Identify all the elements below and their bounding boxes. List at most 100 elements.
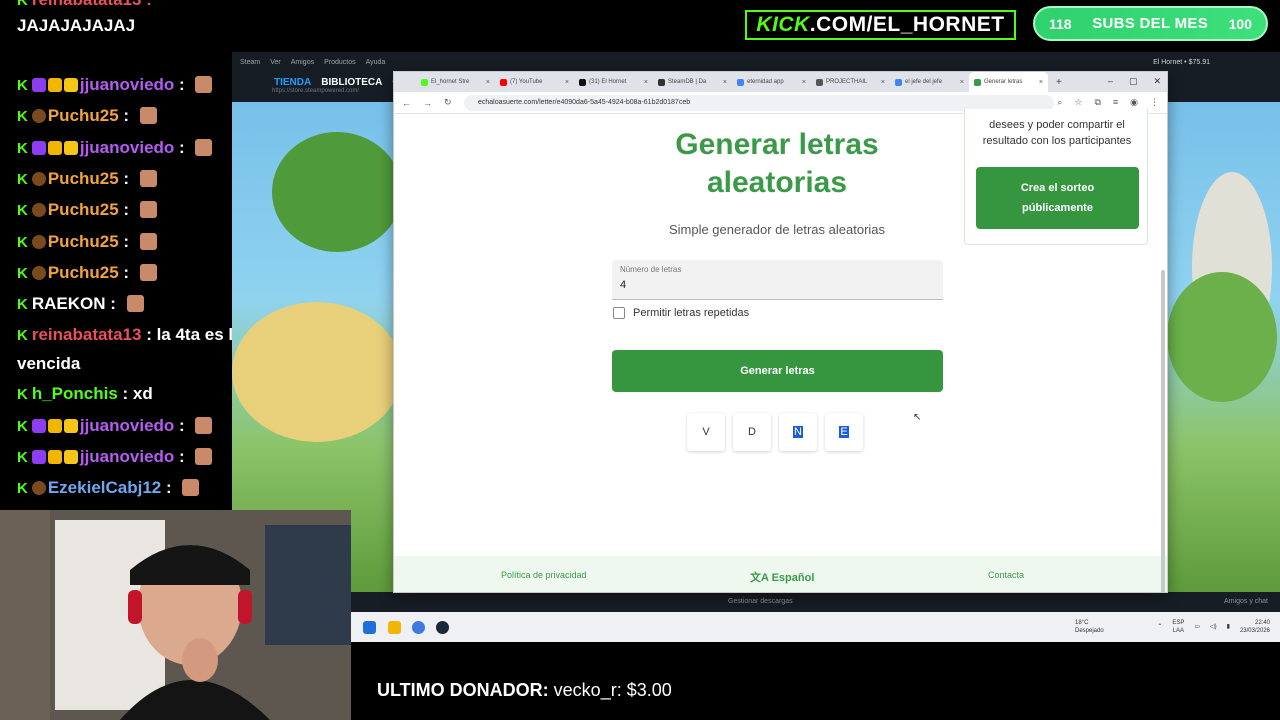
folder-icon[interactable] xyxy=(388,621,401,634)
tab-close-icon[interactable]: × xyxy=(486,79,490,86)
steam-nav-store[interactable]: TIENDA xyxy=(274,77,311,88)
tab-label: Generar letras xyxy=(984,79,1023,85)
chat-badge-icon xyxy=(63,78,78,92)
tab-close-icon[interactable]: × xyxy=(723,79,727,86)
tab-close-icon[interactable]: × xyxy=(565,79,569,86)
close-icon[interactable]: ✕ xyxy=(1153,76,1161,87)
generate-letters-button[interactable]: Generar letras xyxy=(612,350,943,392)
tab-close-icon[interactable]: × xyxy=(1039,79,1043,86)
chat-user[interactable]: RAEKON xyxy=(32,294,106,313)
chat-user[interactable]: jjuanoviedo xyxy=(80,138,174,157)
browser-tab[interactable]: (7) YouTube × xyxy=(495,72,574,92)
chat-separator: : xyxy=(118,168,134,188)
scrollbar[interactable] xyxy=(1161,270,1165,592)
chat-user[interactable]: Puchu25 xyxy=(48,263,119,282)
steam-menu-productos[interactable]: Productos xyxy=(324,59,356,66)
zoom-icon[interactable]: ⌕ xyxy=(1057,97,1062,108)
chat-separator: : xyxy=(117,384,133,404)
steam-icon[interactable] xyxy=(436,621,449,634)
chat-emote-icon xyxy=(195,76,213,93)
steam-friends[interactable]: Amigos y chat xyxy=(1224,598,1268,605)
language-indicator[interactable]: ESP LAA xyxy=(1172,619,1184,635)
browser-tab[interactable]: eternidad app × xyxy=(732,72,811,92)
back-icon[interactable]: ← xyxy=(402,98,411,108)
chat-user[interactable]: Puchu25 xyxy=(48,232,119,251)
profile-icon[interactable]: ◉ xyxy=(1130,97,1138,108)
tab-favicon-icon xyxy=(658,78,665,86)
kick-badge-icon: K xyxy=(17,233,28,251)
tab-close-icon[interactable]: × xyxy=(644,79,648,86)
mouse-cursor-icon: ↖ xyxy=(913,412,922,423)
number-of-letters-value[interactable]: 4 xyxy=(620,279,626,291)
kick-badge-icon: K xyxy=(17,386,28,404)
maximize-icon[interactable]: ▢ xyxy=(1129,76,1138,87)
tab-label: el jefe del jefe xyxy=(905,79,943,85)
chat-emote-icon xyxy=(182,479,200,497)
reload-icon[interactable]: ↻ xyxy=(444,97,452,108)
steam-menu-steam[interactable]: Steam xyxy=(240,59,260,66)
minimize-icon[interactable]: – xyxy=(1108,76,1113,87)
kick-badge-icon: K xyxy=(17,296,28,314)
browser-tab[interactable]: El_hornet Stre × xyxy=(416,72,495,92)
battery-icon[interactable]: ▮ xyxy=(1227,623,1230,631)
browser-tab[interactable]: (31) El Hornet × xyxy=(574,72,653,92)
page-footer: Política de privacidad 文A Español Contac… xyxy=(394,556,1167,592)
chat-user[interactable]: jjuanoviedo xyxy=(80,416,174,435)
menu-icon[interactable]: ⋮ xyxy=(1150,97,1159,108)
chat-user[interactable]: EzekielCabj12 xyxy=(48,478,161,497)
language-selector[interactable]: 文A Español xyxy=(750,569,814,585)
kick-badge-icon: K xyxy=(17,417,28,435)
number-of-letters-field[interactable]: Número de letras 4 xyxy=(612,260,943,300)
steam-menu-ver[interactable]: Ver xyxy=(270,59,281,66)
volume-icon[interactable]: ◁) xyxy=(1210,623,1217,631)
lang-layout: LAA xyxy=(1172,628,1185,634)
privacy-link[interactable]: Política de privacidad xyxy=(501,570,587,580)
steam-menu-ayuda[interactable]: Ayuda xyxy=(366,59,386,66)
browser-tab[interactable]: el jefe del jefe × xyxy=(890,72,969,92)
steam-downloads[interactable]: Gestionar descargas xyxy=(728,598,793,605)
create-public-draw-button[interactable]: Crea el sorteo públicamente xyxy=(976,167,1139,229)
chat-user[interactable]: jjuanoviedo xyxy=(80,75,174,94)
allow-repeat-checkbox[interactable] xyxy=(613,307,625,319)
weather-widget[interactable]: 18°C Despejado xyxy=(1075,619,1104,635)
edge-icon[interactable] xyxy=(363,621,376,634)
browser-tab[interactable]: SteamDB | Da × xyxy=(653,72,732,92)
chat-line: K EzekielCabj12 : xyxy=(17,474,232,503)
chat-emote-icon xyxy=(195,448,213,465)
chat-badge-icon xyxy=(31,140,46,155)
media-icon[interactable]: ≡ xyxy=(1113,97,1118,108)
steam-user[interactable]: El Hornet • $75.91 xyxy=(1153,59,1210,66)
tab-label: PROJECTHAIL xyxy=(826,79,868,85)
allow-repeat-label[interactable]: Permitir letras repetidas xyxy=(633,307,749,319)
contact-link[interactable]: Contacta xyxy=(988,570,1024,580)
browser-tab[interactable]: PROJECTHAIL × xyxy=(811,72,890,92)
weather-desc: Despejado xyxy=(1075,628,1104,634)
chat-user[interactable]: jjuanoviedo xyxy=(80,447,174,466)
steam-menu-amigos[interactable]: Amigos xyxy=(291,59,314,66)
tray-chevron-icon[interactable]: ⌃ xyxy=(1157,623,1162,631)
subs-goal: 100 xyxy=(1228,15,1252,32)
chat-user[interactable]: Puchu25 xyxy=(48,106,119,125)
browser-tab[interactable]: Generar letras × xyxy=(969,72,1048,92)
tab-close-icon[interactable]: × xyxy=(802,79,806,86)
tab-close-icon[interactable]: × xyxy=(881,79,885,86)
clock[interactable]: 22:40 23/03/2026 xyxy=(1240,619,1270,635)
chat-user[interactable]: Puchu25 xyxy=(48,200,119,219)
generate-letters-label: Generar letras xyxy=(740,365,815,377)
chrome-icon[interactable] xyxy=(412,621,425,634)
public-draw-card: desees y poder compartir el resultado co… xyxy=(964,109,1148,245)
weather-temp: 18°C xyxy=(1075,620,1089,626)
forward-icon[interactable]: → xyxy=(423,98,432,108)
chat-user[interactable]: h_Ponchis xyxy=(32,384,118,403)
allow-repeat-row[interactable]: Permitir letras repetidas xyxy=(613,307,749,319)
chat-badge-icon xyxy=(31,481,46,496)
steam-nav-library[interactable]: BIBLIOTECA xyxy=(321,77,382,88)
network-icon[interactable]: ▭ xyxy=(1194,623,1200,631)
chat-user[interactable]: Puchu25 xyxy=(48,169,119,188)
extensions-icon[interactable]: ⧉ xyxy=(1094,97,1100,108)
bookmark-star-icon[interactable]: ☆ xyxy=(1074,97,1082,108)
new-tab-icon[interactable]: + xyxy=(1056,77,1062,88)
kick-badge-icon: K xyxy=(17,480,28,498)
chat-user[interactable]: reinabatata13 xyxy=(32,325,142,344)
tab-close-icon[interactable]: × xyxy=(960,79,964,86)
